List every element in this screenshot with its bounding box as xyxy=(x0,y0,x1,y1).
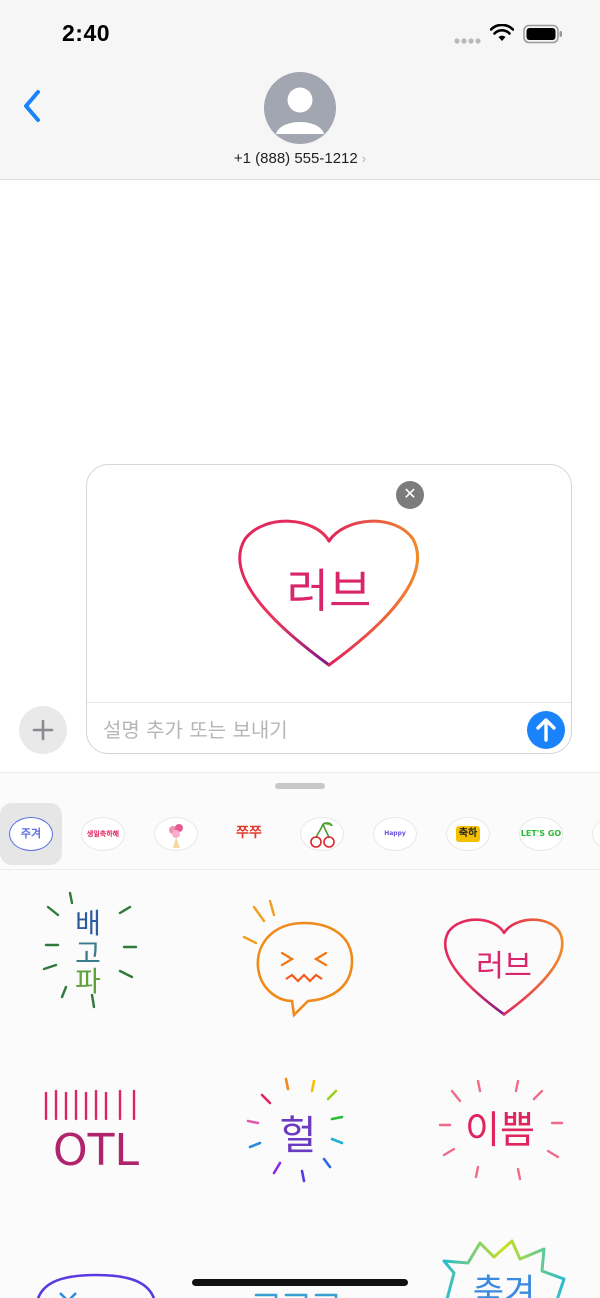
pack-lets-go[interactable]: LET'S GO xyxy=(510,803,572,865)
send-button[interactable] xyxy=(527,711,565,749)
contact-number: +1 (888) 555-1212 xyxy=(233,150,358,167)
pack-red-burst[interactable]: 축하 xyxy=(437,803,499,865)
remove-attachment-button[interactable]: ✕ xyxy=(396,481,424,509)
sticker-grid: 배 고 파 러브 OTL 헐 이쁨 축겨 xyxy=(0,881,600,1298)
sticker-otl-text: OTL xyxy=(53,1125,140,1175)
flower-bouquet-icon xyxy=(169,824,183,848)
contact-name-link[interactable]: +1 (888) 555-1212 › xyxy=(0,150,600,167)
status-time: 2:40 xyxy=(62,20,111,46)
sticker-pack-strip: 주겨 생일축하해 쭈쭈 Happy 축하 LET'S GO xyxy=(0,803,600,869)
pack-rainbow-text[interactable]: 생일축하해 xyxy=(72,803,134,865)
preview-sticker-text: 러브 xyxy=(287,564,372,618)
apps-plus-button[interactable] xyxy=(19,706,67,754)
conversation-header: +1 (888) 555-1212 › xyxy=(0,62,600,180)
sticker-love-text: 러브 xyxy=(476,949,532,984)
sticker-heol-text: 헐 xyxy=(280,1113,317,1159)
sticker-yes-bubble[interactable] xyxy=(30,1271,160,1298)
pack-label: 주겨 xyxy=(20,827,42,840)
drawer-grabber-handle[interactable] xyxy=(275,783,325,789)
sticker-pretty[interactable]: 이쁨 xyxy=(434,1079,568,1187)
sticker-angry-face-bubble[interactable] xyxy=(234,897,362,1021)
svg-text:파: 파 xyxy=(75,965,101,998)
pack-speech-bubble[interactable]: 주겨 xyxy=(0,803,62,865)
pack-label: 생일축하해 xyxy=(86,830,120,838)
pack-partial[interactable] xyxy=(583,803,600,865)
pack-label: LET'S GO xyxy=(520,829,562,838)
home-indicator[interactable] xyxy=(192,1279,408,1286)
pack-red-text[interactable]: 쭈쭈 xyxy=(218,803,280,865)
status-bar: 2:40 xyxy=(0,0,600,62)
sticker-drawer: 주겨 생일축하해 쭈쭈 Happy 축하 LET'S GO 배 고 파 러브 O… xyxy=(0,772,600,1298)
pack-label: Happy Birthday xyxy=(384,830,406,837)
wifi-icon xyxy=(490,24,514,41)
sticker-pretty-text: 이쁨 xyxy=(465,1108,535,1152)
sticker-heol[interactable]: 헐 xyxy=(242,1077,358,1187)
message-compose-box[interactable]: 러브 ✕ xyxy=(86,464,572,754)
cherry-icon xyxy=(310,822,335,848)
sticker-hungry[interactable]: 배 고 파 xyxy=(40,889,150,1019)
battery-full-icon xyxy=(523,24,562,44)
arrow-up-icon xyxy=(536,718,556,742)
pack-label: 쭈쭈 xyxy=(236,825,262,841)
plus-icon xyxy=(32,719,54,741)
pack-flower-bouquet[interactable] xyxy=(145,803,207,865)
chevron-right-icon: › xyxy=(361,151,367,166)
sticker-otl[interactable]: OTL xyxy=(40,1085,152,1175)
sticker-love-heart[interactable]: 러브 xyxy=(440,913,568,1017)
sticker-preview-area: 러브 ✕ xyxy=(87,465,571,703)
contact-avatar[interactable] xyxy=(264,72,336,144)
pack-cherry[interactable] xyxy=(291,803,353,865)
message-input[interactable] xyxy=(103,715,513,745)
back-button[interactable] xyxy=(18,86,52,126)
preview-sticker-love-heart: 러브 xyxy=(238,519,419,667)
sticker-congrats-text: 축겨 xyxy=(473,1272,536,1298)
cellular-signal-icon xyxy=(454,38,481,44)
person-silhouette-icon xyxy=(276,87,324,134)
strip-divider xyxy=(0,869,600,870)
svg-text:배: 배 xyxy=(75,907,101,940)
pack-label: 축하 xyxy=(455,826,481,842)
sticker-congrats-burst[interactable]: 축겨 xyxy=(440,1239,568,1298)
pack-happy-birthday[interactable]: Happy Birthday xyxy=(364,803,426,865)
